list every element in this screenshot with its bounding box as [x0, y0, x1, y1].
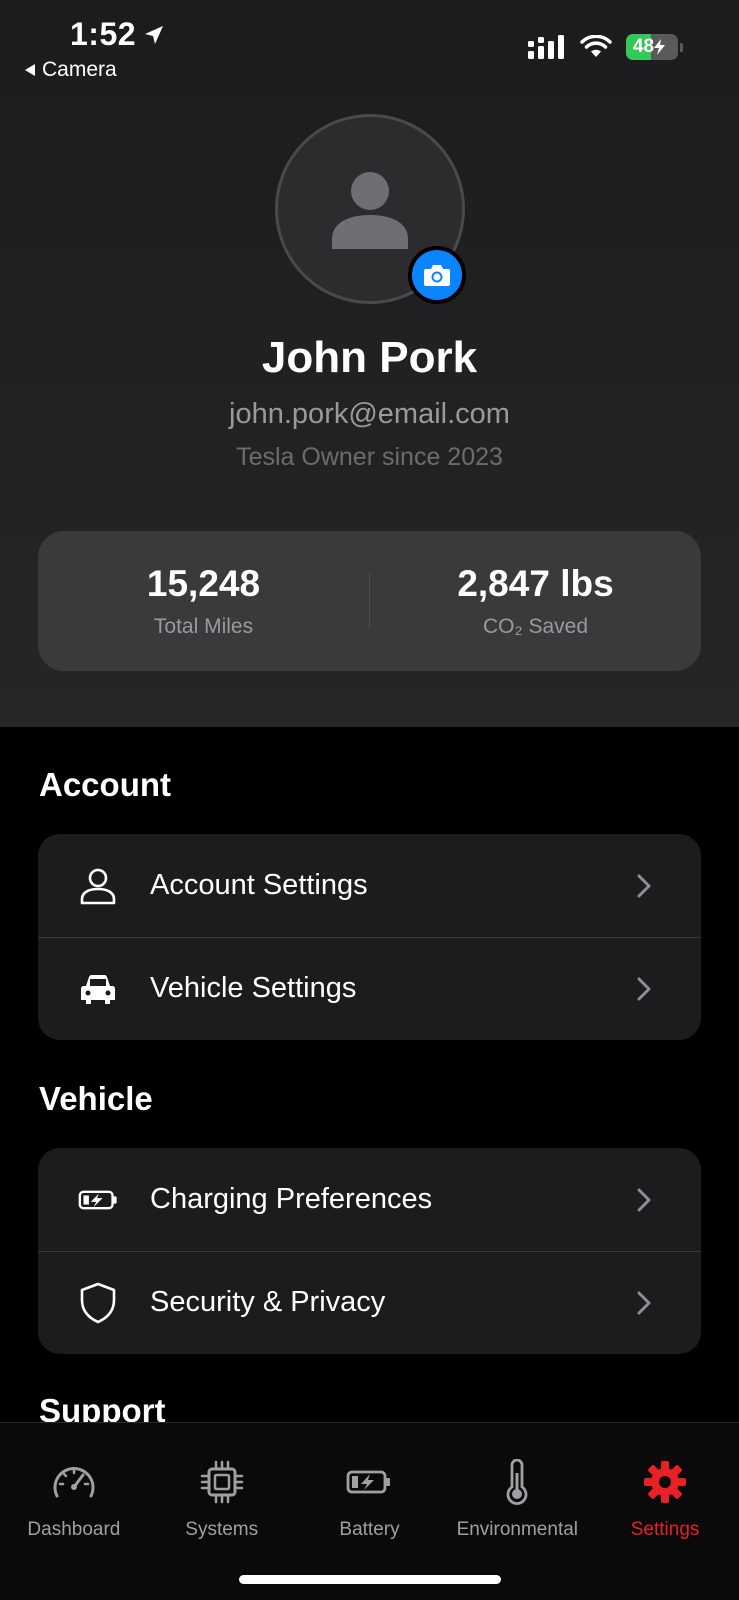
- camera-icon: [424, 265, 450, 286]
- charging-bolt-icon: [654, 39, 666, 55]
- row-label: Vehicle Settings: [150, 972, 357, 1004]
- status-indicators: 48: [528, 34, 683, 60]
- tab-label: Settings: [630, 1519, 700, 1540]
- gear-icon: [642, 1459, 688, 1505]
- vehicle-settings-row[interactable]: Vehicle Settings: [38, 937, 701, 1040]
- status-time: 1:52: [70, 16, 166, 53]
- back-app-label: Camera: [42, 58, 117, 81]
- account-card: Account Settings Vehicle Settings: [38, 834, 701, 1040]
- tab-label: Systems: [185, 1519, 259, 1540]
- charging-preferences-row[interactable]: Charging Preferences: [38, 1148, 701, 1251]
- profile-header: 1:52 Camera 48 John Pork john.pork@email…: [0, 0, 739, 727]
- shield-icon: [78, 1282, 118, 1324]
- account-settings-row[interactable]: Account Settings: [38, 834, 701, 937]
- change-photo-button[interactable]: [408, 246, 466, 304]
- chevron-right-icon: [637, 1291, 651, 1315]
- stat-label: Total Miles: [153, 615, 254, 638]
- chevron-right-icon: [637, 1188, 651, 1212]
- stat-total-miles: 15,248 Total Miles: [38, 563, 369, 639]
- section-title-account: Account: [39, 766, 171, 803]
- stat-value: 15,248: [146, 563, 261, 604]
- battery-indicator: 48: [626, 34, 678, 60]
- stat-co2-saved: 2,847 lbs CO₂ Saved: [370, 563, 701, 639]
- tab-label: Dashboard: [27, 1519, 121, 1540]
- section-title-vehicle: Vehicle: [39, 1080, 153, 1117]
- tab-bar: Dashboard Systems Battery Environmental: [0, 1422, 739, 1600]
- wifi-icon: [580, 35, 612, 57]
- battery-charging-icon: [78, 1188, 118, 1212]
- tab-settings[interactable]: Settings: [591, 1423, 739, 1600]
- profile-email: john.pork@email.com: [229, 398, 510, 430]
- member-since: Tesla Owner since 2023: [236, 443, 503, 471]
- row-label: Account Settings: [150, 869, 368, 901]
- security-privacy-row[interactable]: Security & Privacy: [38, 1251, 701, 1354]
- chip-icon: [200, 1459, 244, 1505]
- chevron-right-icon: [637, 874, 651, 898]
- battery-level-text: 48: [626, 34, 672, 60]
- gauge-icon: [51, 1459, 97, 1505]
- tab-dashboard[interactable]: Dashboard: [0, 1423, 148, 1600]
- chevron-right-icon: [637, 977, 651, 1001]
- tab-battery[interactable]: Battery: [296, 1423, 444, 1600]
- back-to-app-link[interactable]: Camera: [24, 58, 117, 82]
- stat-label: CO₂ Saved: [482, 615, 589, 638]
- stats-card: 15,248 Total Miles 2,847 lbs CO₂ Saved: [38, 531, 701, 671]
- person-placeholder-icon: [332, 172, 408, 249]
- back-triangle-icon: [25, 64, 35, 76]
- location-arrow-icon: [145, 25, 164, 44]
- stat-value: 2,847 lbs: [457, 563, 614, 604]
- person-icon: [78, 866, 118, 906]
- home-indicator: [239, 1575, 501, 1584]
- battery-charging-icon: [346, 1459, 392, 1505]
- row-label: Security & Privacy: [150, 1286, 386, 1318]
- tab-label: Environmental: [456, 1519, 579, 1540]
- tab-label: Battery: [339, 1519, 400, 1540]
- car-icon: [78, 972, 118, 1006]
- tab-environmental[interactable]: Environmental: [443, 1423, 591, 1600]
- profile-name: John Pork: [261, 333, 478, 382]
- thermometer-icon: [504, 1459, 530, 1505]
- row-label: Charging Preferences: [150, 1183, 433, 1215]
- vehicle-card: Charging Preferences Security & Privacy: [38, 1148, 701, 1354]
- tab-systems[interactable]: Systems: [148, 1423, 296, 1600]
- status-time-text: 1:52: [70, 16, 137, 52]
- battery-nub: [680, 42, 683, 52]
- signal-icon: [528, 35, 564, 59]
